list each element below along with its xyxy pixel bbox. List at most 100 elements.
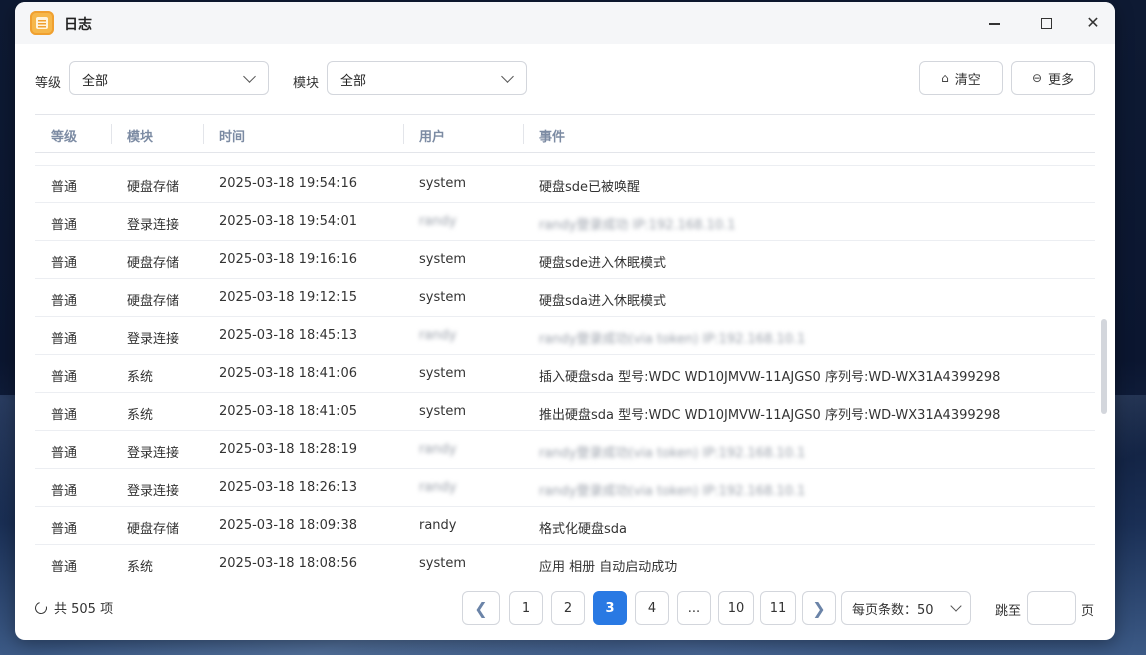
cell-module: 硬盘存储: [127, 256, 180, 271]
cell-level: 普通: [51, 218, 78, 233]
column-header-module[interactable]: 模块: [127, 126, 153, 145]
page-button-3[interactable]: 3: [593, 591, 627, 625]
column-header-time[interactable]: 时间: [219, 126, 245, 145]
close-icon[interactable]: ✕: [1079, 10, 1107, 36]
cell-event: randy登录成功(via token) IP:192.168.10.1: [539, 446, 806, 461]
module-filter-select[interactable]: 全部: [327, 61, 527, 95]
cell-level: 普通: [51, 256, 78, 271]
cell-user: system: [419, 556, 466, 571]
table-body: 普通 硬盘存储 2025-03-18 19:54:16 system 硬盘sde已被唤醒…: [35, 165, 1095, 572]
cell-event: randy登录成功(via token) IP:192.168.10.1: [539, 484, 806, 499]
cell-user: randy: [419, 328, 457, 343]
column-header-user[interactable]: 用户: [419, 126, 445, 145]
page-button-11[interactable]: 11: [760, 591, 796, 625]
refresh-icon[interactable]: [32, 599, 50, 616]
cell-time: 2025-03-18 19:16:16: [219, 252, 358, 267]
table-row[interactable]: 普通 登录连接 2025-03-18 18:28:19 randy randy登录成功(…: [35, 431, 1095, 469]
cell-user: randy: [419, 518, 457, 533]
more-button[interactable]: ⊖ 更多: [1011, 61, 1095, 95]
cell-level: 普通: [51, 446, 78, 461]
level-filter-value: 全部: [82, 74, 109, 89]
chevron-down-icon: [501, 70, 514, 83]
table-row[interactable]: 普通 系统 2025-03-18 18:08:56 system 应用 相册 自动启动成…: [35, 545, 1095, 572]
cell-module: 硬盘存储: [127, 180, 180, 195]
page-button-1[interactable]: 1: [509, 591, 543, 625]
chevron-right-icon: ❯: [812, 598, 826, 618]
cell-event: randy登录成功 IP:192.168.10.1: [539, 218, 736, 233]
clear-button-label: 清空: [954, 72, 981, 88]
log-window: 日志 ✕ 等级 全部 模块 全部 ⌂ 清空 ⊖ 更多 等级 模块 时间 用户 事…: [15, 2, 1115, 640]
cell-level: 普通: [51, 484, 78, 499]
cell-module: 硬盘存储: [127, 522, 180, 537]
table-row[interactable]: 普通 系统 2025-03-18 18:41:05 system 推出硬盘sda 型号:…: [35, 393, 1095, 431]
table-row[interactable]: 普通 系统 2025-03-18 18:41:06 system 插入硬盘sda 型号:…: [35, 355, 1095, 393]
table-row[interactable]: 普通 硬盘存储 2025-03-18 19:54:16 system 硬盘sde已被唤醒: [35, 165, 1095, 203]
cell-module: 系统: [127, 560, 154, 572]
table-row[interactable]: 普通 硬盘存储 2025-03-18 18:09:38 randy 格式化硬盘sda: [35, 507, 1095, 545]
table-row[interactable]: 普通 登录连接 2025-03-18 19:54:01 randy randy登录成功 …: [35, 203, 1095, 241]
window-title: 日志: [64, 17, 92, 33]
cell-user: randy: [419, 442, 457, 457]
cell-time: 2025-03-18 18:28:19: [219, 442, 358, 457]
cell-module: 登录连接: [127, 218, 180, 233]
log-app-icon: [30, 11, 54, 35]
jump-page-input[interactable]: [1027, 591, 1076, 625]
cell-time: 2025-03-18 19:54:01: [219, 214, 358, 229]
cell-event: 推出硬盘sda 型号:WDC WD10JMVW-11AJGS0 序列号:WD-W…: [539, 408, 1001, 423]
cell-time: 2025-03-18 18:41:06: [219, 366, 358, 381]
cell-time: 2025-03-18 18:45:13: [219, 328, 358, 343]
cell-event: 硬盘sde已被唤醒: [539, 180, 641, 195]
table-row[interactable]: 普通 硬盘存储 2025-03-18 19:16:16 system 硬盘sde进入休眠…: [35, 241, 1095, 279]
next-page-button[interactable]: ❯: [802, 591, 836, 625]
cell-level: 普通: [51, 560, 78, 572]
level-filter-label: 等级: [35, 76, 62, 91]
column-header-level[interactable]: 等级: [51, 126, 77, 145]
maximize-icon[interactable]: [1032, 10, 1060, 36]
page-button-2[interactable]: 2: [551, 591, 585, 625]
jump-page-suffix: 页: [1081, 604, 1095, 619]
cell-module: 系统: [127, 408, 154, 423]
table-row[interactable]: 普通 登录连接 2025-03-18 18:45:13 randy randy登录成功(…: [35, 317, 1095, 355]
table-scrollbar[interactable]: [1101, 319, 1107, 414]
cell-level: 普通: [51, 294, 78, 309]
cell-level: 普通: [51, 522, 78, 537]
table-row[interactable]: 普通 硬盘存储 2025-03-18 19:12:15 system 硬盘sda进入休眠…: [35, 279, 1095, 317]
table-header: 等级 模块 时间 用户 事件: [35, 115, 1095, 153]
cell-module: 登录连接: [127, 332, 180, 347]
total-count: 共 505 项: [32, 598, 113, 617]
cell-event: 硬盘sde进入休眠模式: [539, 256, 667, 271]
page-ellipsis[interactable]: ...: [677, 591, 711, 625]
cell-user: randy: [419, 214, 457, 229]
prev-page-button[interactable]: ❮: [462, 591, 500, 625]
minimize-icon[interactable]: [981, 10, 1009, 36]
cell-time: 2025-03-18 19:12:15: [219, 290, 358, 305]
page-size-label: 每页条数：50: [852, 602, 934, 618]
page-button-10[interactable]: 10: [718, 591, 754, 625]
page-size-select[interactable]: 每页条数：50: [841, 591, 971, 625]
column-divider: [523, 124, 524, 144]
cell-time: 2025-03-18 18:41:05: [219, 404, 358, 419]
cell-event: 格式化硬盘sda: [539, 522, 627, 537]
cell-level: 普通: [51, 180, 78, 195]
cell-time: 2025-03-18 18:09:38: [219, 518, 358, 533]
cell-level: 普通: [51, 370, 78, 385]
cell-event: 硬盘sda进入休眠模式: [539, 294, 666, 309]
clear-button[interactable]: ⌂ 清空: [919, 61, 1003, 95]
table-row[interactable]: 普通 登录连接 2025-03-18 18:26:13 randy randy登录成功(…: [35, 469, 1095, 507]
cell-time: 2025-03-18 18:26:13: [219, 480, 358, 495]
cell-user: system: [419, 252, 466, 267]
cell-user: system: [419, 366, 466, 381]
cell-user: system: [419, 176, 466, 191]
cell-user: randy: [419, 480, 457, 495]
column-header-event[interactable]: 事件: [539, 126, 565, 145]
chevron-left-icon: ❮: [474, 598, 488, 618]
cell-level: 普通: [51, 332, 78, 347]
title-bar: 日志 ✕: [15, 2, 1115, 44]
module-filter-label: 模块: [293, 76, 320, 91]
level-filter-select[interactable]: 全部: [69, 61, 269, 95]
cell-module: 硬盘存储: [127, 294, 180, 309]
cell-event: 插入硬盘sda 型号:WDC WD10JMVW-11AJGS0 序列号:WD-W…: [539, 370, 1001, 385]
trash-icon: ⌂: [941, 71, 949, 85]
cell-module: 登录连接: [127, 484, 180, 499]
page-button-4[interactable]: 4: [635, 591, 669, 625]
